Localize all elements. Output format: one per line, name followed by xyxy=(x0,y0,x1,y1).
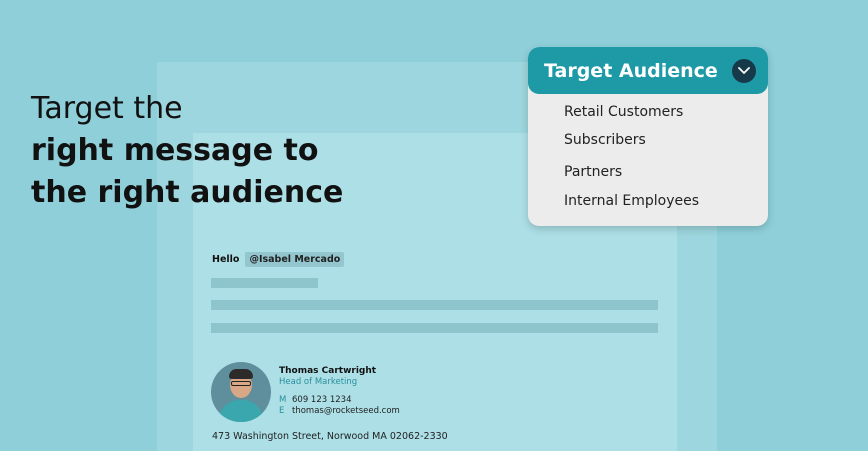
signature-mobile: M 609 123 1234 xyxy=(279,395,351,405)
headline-line-3: the right audience xyxy=(31,175,344,210)
signature-name: Thomas Cartwright xyxy=(279,366,377,376)
signature-address: 473 Washington Street, Norwood MA 02062-… xyxy=(212,431,448,442)
signature-role: Head of Marketing xyxy=(279,377,358,387)
placeholder-text-line xyxy=(211,300,658,310)
headline: Target the right message to the right au… xyxy=(31,88,361,214)
mention-tag[interactable]: @Isabel Mercado xyxy=(245,252,345,267)
chevron-down-icon[interactable] xyxy=(732,58,756,83)
avatar xyxy=(211,362,271,422)
target-audience-dropdown[interactable]: Target Audience Retail Customers Subscri… xyxy=(528,47,768,226)
greeting-text: Hello xyxy=(212,254,240,265)
email-greeting: Hello @Isabel Mercado xyxy=(212,252,345,267)
mobile-label: M xyxy=(279,395,287,405)
placeholder-text-line xyxy=(211,323,658,333)
option-partners[interactable]: Partners xyxy=(564,164,622,180)
mobile-number: 609 123 1234 xyxy=(292,395,352,405)
option-retail-customers[interactable]: Retail Customers xyxy=(564,104,683,120)
signature-email: E thomas@rocketseed.com xyxy=(279,406,400,416)
placeholder-text-line xyxy=(211,278,318,288)
dropdown-header[interactable]: Target Audience xyxy=(528,47,768,94)
option-internal-employees[interactable]: Internal Employees xyxy=(564,193,699,209)
option-subscribers[interactable]: Subscribers xyxy=(564,132,646,148)
email-address[interactable]: thomas@rocketseed.com xyxy=(292,406,400,416)
dropdown-title: Target Audience xyxy=(544,59,718,82)
headline-line-2: right message to xyxy=(31,133,319,168)
headline-line-1: Target the xyxy=(31,91,183,126)
email-label: E xyxy=(279,406,285,416)
